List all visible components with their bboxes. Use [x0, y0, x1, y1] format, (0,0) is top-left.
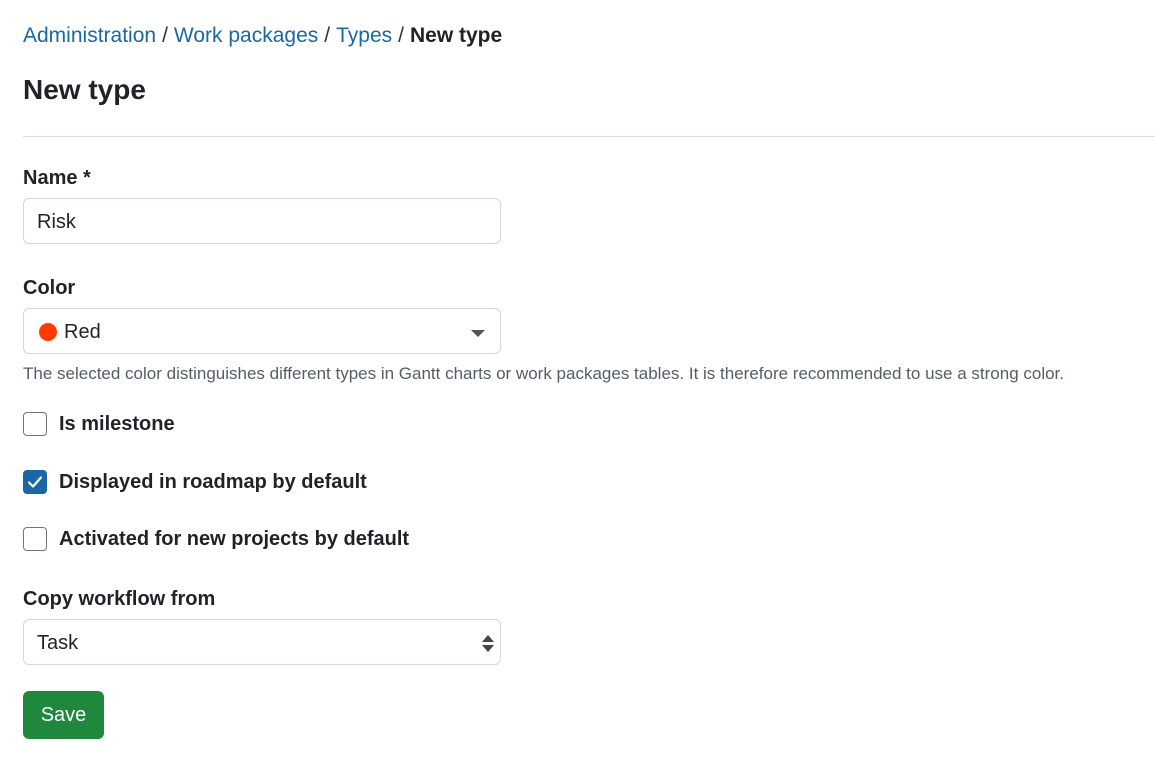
- name-input-value: Risk: [37, 211, 76, 233]
- color-select[interactable]: Red: [23, 308, 501, 354]
- page-title: New type: [23, 74, 146, 105]
- displayed-in-roadmap-label[interactable]: Displayed in roadmap by default: [59, 469, 367, 495]
- breadcrumb-types-link[interactable]: Types: [336, 24, 392, 47]
- checkmark-icon: [27, 476, 43, 488]
- color-label: Color: [23, 277, 76, 299]
- activated-for-new-projects-checkbox[interactable]: [23, 527, 47, 551]
- header-divider: [23, 136, 1155, 137]
- breadcrumb: Administration / Work packages / Types / New t…: [23, 22, 502, 50]
- is-milestone-label[interactable]: Is milestone: [59, 411, 175, 437]
- is-milestone-checkbox[interactable]: [23, 412, 47, 436]
- breadcrumb-current: New type: [409, 24, 503, 47]
- name-label: Name *: [23, 167, 91, 189]
- color-help-text: The selected color distinguishes differe…: [23, 364, 1065, 383]
- copy-workflow-label: Copy workflow from: [23, 588, 216, 610]
- breadcrumb-separator: /: [162, 24, 168, 47]
- chevron-down-icon: [471, 330, 485, 337]
- displayed-in-roadmap-checkbox[interactable]: [23, 470, 47, 494]
- breadcrumb-separator: /: [398, 24, 404, 47]
- name-input[interactable]: Risk: [23, 198, 501, 244]
- activated-for-new-projects-label[interactable]: Activated for new projects by default: [59, 526, 409, 552]
- color-select-value: Red: [64, 321, 101, 343]
- breadcrumb-separator: /: [324, 24, 331, 47]
- copy-workflow-select[interactable]: Task: [23, 619, 501, 665]
- select-updown-icon: [482, 635, 494, 653]
- color-swatch: [39, 323, 57, 341]
- copy-workflow-select-value: Task: [37, 632, 79, 654]
- save-button[interactable]: Save: [23, 691, 104, 739]
- breadcrumb-work-packages-link[interactable]: Work packages: [174, 24, 318, 47]
- breadcrumb-administration-link[interactable]: Administration: [23, 24, 156, 47]
